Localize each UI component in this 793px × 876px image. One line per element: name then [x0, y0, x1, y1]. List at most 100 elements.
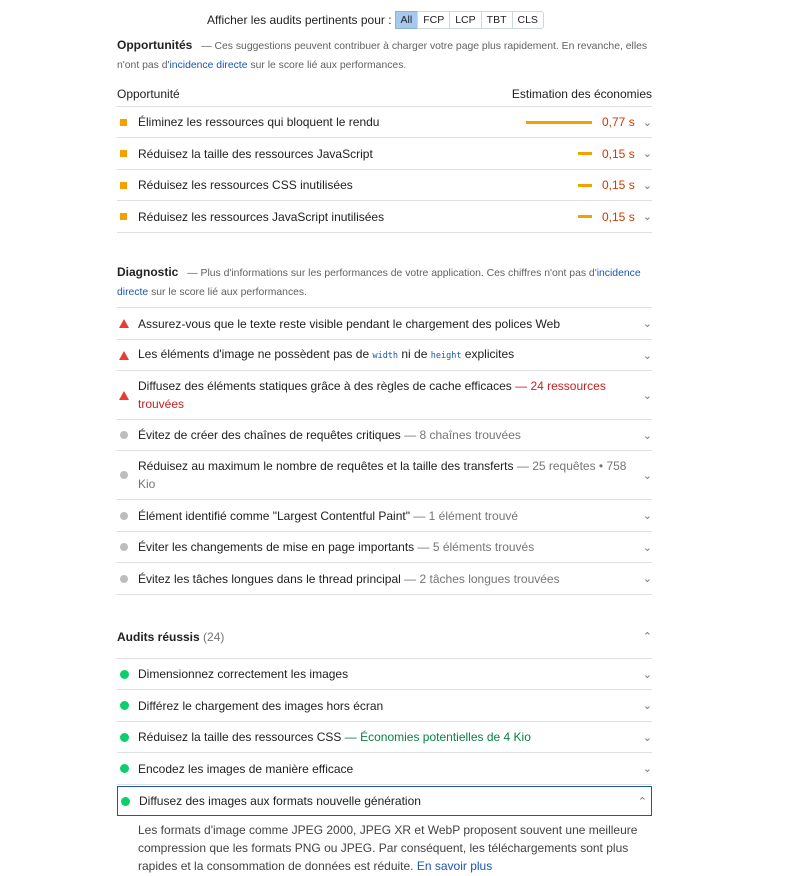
- diagnostic-detail: — 2 tâches longues trouvées: [404, 571, 560, 586]
- diagnostic-header: Diagnostic — Plus d'informations sur les…: [117, 263, 652, 302]
- diagnostic-row-font-display[interactable]: Assurez-vous que le texte reste visible …: [117, 308, 652, 340]
- chevron-down-icon[interactable]: ⌄: [638, 389, 652, 402]
- opportunity-row-minify-js[interactable]: Réduisez la taille des ressources JavaSc…: [117, 138, 652, 170]
- passed-row-minify-css[interactable]: Réduisez la taille des ressources CSS — …: [117, 722, 652, 753]
- diagnostic-label: Réduisez au maximum le nombre de requête…: [138, 459, 627, 491]
- diagnostic-detail: — 5 éléments trouvés: [417, 540, 535, 554]
- diagnostic-row-cache-policy[interactable]: Diffusez des éléments statiques grâce à …: [117, 371, 652, 420]
- diagnostic-label: Les éléments d'image ne possèdent pas de…: [138, 347, 515, 361]
- info-circle-icon: [117, 431, 138, 439]
- diagnostic-row-long-tasks[interactable]: Évitez les tâches longues dans le thread…: [117, 563, 652, 595]
- diagnostic-label: Élément identifié comme "Largest Content…: [138, 508, 519, 523]
- passed-label: Diffusez des images aux formats nouvelle…: [139, 794, 421, 808]
- code-height: height: [430, 351, 462, 361]
- chevron-down-icon[interactable]: ⌄: [638, 731, 652, 744]
- passed-row-offscreen-images[interactable]: Différez le chargement des images hors é…: [117, 690, 652, 722]
- savings-value: 0,15 s: [602, 209, 635, 224]
- info-circle-icon: [117, 471, 138, 479]
- opportunities-title: Opportunités: [117, 38, 193, 52]
- passed-audits-title: Audits réussis: [117, 629, 200, 644]
- opportunity-label: Réduisez les ressources JavaScript inuti…: [138, 209, 385, 224]
- savings-bar: [578, 183, 592, 187]
- filter-cls-button[interactable]: CLS: [511, 11, 544, 29]
- chevron-down-icon[interactable]: ⌄: [638, 469, 652, 482]
- diagnostic-row-unsized-images[interactable]: Les éléments d'image ne possèdent pas de…: [117, 340, 652, 371]
- diagnostic-detail: — 1 élément trouvé: [413, 508, 519, 523]
- info-circle-icon: [117, 574, 138, 583]
- diagnostic-label: Évitez de créer des chaînes de requêtes …: [138, 428, 521, 442]
- chevron-down-icon[interactable]: ⌄: [638, 116, 652, 129]
- passed-audits-toggle[interactable]: Audits réussis (24) ⌃: [117, 615, 652, 659]
- diagnostic-label: Diffusez des éléments statiques grâce à …: [138, 379, 606, 411]
- chevron-up-icon[interactable]: ⌃: [638, 630, 652, 643]
- diagnostic-row-resource-summary[interactable]: Réduisez au maximum le nombre de requête…: [117, 451, 652, 500]
- savings-column-header: Estimation des économies: [511, 87, 652, 101]
- chevron-down-icon[interactable]: ⌄: [638, 349, 652, 362]
- pass-circle-icon: [117, 732, 138, 742]
- fail-triangle-icon: [117, 390, 138, 400]
- passed-label: Réduisez la taille des ressources CSS — …: [138, 730, 531, 744]
- opportunities-desc-suffix: sur le score lié aux performances.: [247, 60, 407, 71]
- savings-bar: [526, 120, 592, 124]
- average-square-icon: [117, 118, 138, 126]
- passed-row-efficient-images[interactable]: Encodez les images de manière efficace ⌄: [117, 753, 652, 785]
- learn-more-link[interactable]: En savoir plus: [417, 859, 492, 873]
- audit-filter-bar: Afficher les audits pertinents pour : Al…: [207, 10, 544, 30]
- chevron-down-icon[interactable]: ⌄: [638, 762, 652, 775]
- diagnostic-row-critical-chains[interactable]: Évitez de créer des chaînes de requêtes …: [117, 420, 652, 451]
- passed-label: Encodez les images de manière efficace: [138, 761, 354, 776]
- info-circle-icon: [117, 543, 138, 551]
- opportunities-incidence-link[interactable]: incidence directe: [170, 60, 248, 71]
- diagnostic-desc-prefix: — Plus d'informations sur les performanc…: [187, 268, 597, 279]
- average-square-icon: [117, 213, 138, 220]
- pass-circle-icon: [117, 669, 138, 679]
- passed-audits-count: (24): [203, 629, 225, 644]
- filter-tbt-button[interactable]: TBT: [480, 11, 513, 29]
- filter-fcp-button[interactable]: FCP: [417, 11, 451, 29]
- description-text: Les formats d'image comme JPEG 2000, JPE…: [138, 823, 638, 873]
- code-width: width: [372, 351, 399, 361]
- diagnostic-row-lcp-element[interactable]: Élément identifié comme "Largest Content…: [117, 500, 652, 532]
- average-square-icon: [117, 150, 138, 157]
- chevron-down-icon[interactable]: ⌄: [638, 699, 652, 712]
- savings-bar: [578, 215, 592, 218]
- pass-circle-icon: [118, 796, 139, 806]
- diagnostic-label: Évitez les tâches longues dans le thread…: [138, 571, 560, 586]
- opportunity-row-unused-js[interactable]: Réduisez les ressources JavaScript inuti…: [117, 201, 652, 233]
- opportunity-label: Réduisez la taille des ressources JavaSc…: [138, 146, 373, 161]
- opportunity-row-unused-css[interactable]: Réduisez les ressources CSS inutilisées …: [117, 170, 652, 201]
- passed-row-next-gen-formats[interactable]: Diffusez des images aux formats nouvelle…: [117, 786, 652, 816]
- chevron-down-icon[interactable]: ⌄: [638, 147, 652, 160]
- opportunity-label: Éliminez les ressources qui bloquent le …: [138, 115, 380, 129]
- savings-value: 0,15 s: [602, 146, 635, 161]
- savings-value: 0,77 s: [602, 115, 635, 129]
- diagnostic-label: Assurez-vous que le texte reste visible …: [138, 316, 561, 331]
- passed-label: Différez le chargement des images hors é…: [138, 698, 384, 713]
- chevron-down-icon[interactable]: ⌄: [638, 541, 652, 554]
- passed-detail: — Économies potentielles de 4 Kio: [344, 730, 531, 744]
- average-square-icon: [117, 181, 138, 189]
- fail-triangle-icon: [117, 350, 138, 360]
- opportunity-column-header: Opportunité: [117, 87, 180, 101]
- diagnostic-row-layout-shifts[interactable]: Éviter les changements de mise en page i…: [117, 532, 652, 563]
- opportunities-table-header: Opportunité Estimation des économies: [117, 82, 652, 107]
- passed-row-responsive-images[interactable]: Dimensionnez correctement les images ⌄: [117, 659, 652, 690]
- chevron-down-icon[interactable]: ⌄: [638, 509, 652, 522]
- chevron-down-icon[interactable]: ⌄: [638, 668, 652, 681]
- chevron-down-icon[interactable]: ⌄: [638, 179, 652, 192]
- chevron-down-icon[interactable]: ⌄: [638, 210, 652, 223]
- filter-lcp-button[interactable]: LCP: [449, 11, 482, 29]
- filter-label: Afficher les audits pertinents pour :: [207, 13, 392, 27]
- passed-label: Dimensionnez correctement les images: [138, 667, 349, 681]
- savings-value: 0,15 s: [602, 178, 635, 192]
- chevron-up-icon[interactable]: ⌃: [633, 795, 647, 808]
- chevron-down-icon[interactable]: ⌄: [638, 572, 652, 585]
- pass-circle-icon: [117, 764, 138, 773]
- chevron-down-icon[interactable]: ⌄: [638, 317, 652, 330]
- chevron-down-icon[interactable]: ⌄: [638, 429, 652, 442]
- filter-all-button[interactable]: All: [394, 11, 419, 29]
- opportunity-label: Réduisez les ressources CSS inutilisées: [138, 178, 353, 192]
- opportunity-row-render-blocking[interactable]: Éliminez les ressources qui bloquent le …: [117, 107, 652, 138]
- savings-bar: [578, 152, 592, 155]
- diagnostic-title: Diagnostic: [117, 265, 179, 279]
